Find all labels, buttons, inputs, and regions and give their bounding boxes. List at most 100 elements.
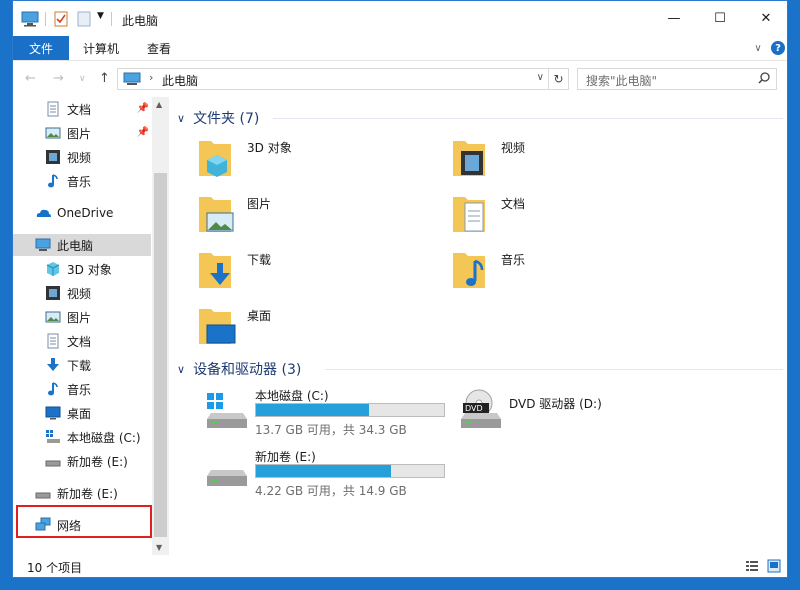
downloads-folder-icon [199,253,231,288]
properties-icon[interactable] [54,11,68,27]
details-view-icon[interactable] [745,559,759,573]
drive-label: DVD 驱动器 (D:) [509,397,602,411]
window-title: 此电脑 [122,14,159,28]
nav-item-music[interactable]: 音乐 [13,170,151,192]
nav-label: 图片 [67,126,92,141]
folder-music[interactable]: 音乐 [451,249,681,299]
nav-label: 此电脑 [57,238,94,253]
folder-downloads[interactable]: 下载 [197,249,427,299]
folder-label: 音乐 [501,253,526,267]
forward-icon[interactable]: → [53,71,64,86]
up-icon[interactable]: ↑ [99,71,110,86]
dvd-drive-icon: DVD [461,389,501,428]
documents-icon [47,333,59,349]
large-icons-view-icon[interactable] [767,559,781,573]
nav-item-onedrive[interactable]: OneDrive [13,202,151,224]
expand-ribbon-icon[interactable]: ∨ [751,41,765,55]
collapse-chevron-icon[interactable]: ∨ [177,112,185,125]
scroll-down-icon[interactable]: ▼ [156,543,162,552]
videos-folder-icon [453,141,485,176]
nav-item-3d-objects[interactable]: 3D 对象 [13,258,151,280]
this-pc-icon [123,72,141,85]
drive-dvd-d[interactable]: DVD DVD 驱动器 (D:) [459,387,719,443]
nav-label: 下载 [67,358,92,373]
folder-pictures[interactable]: 图片 [197,193,427,243]
drive-label: 新加卷 (E:) [255,450,316,464]
search-input[interactable]: 搜索"此电脑" [577,68,777,90]
search-icon[interactable] [758,72,770,84]
nav-item-music[interactable]: 音乐 [13,378,151,400]
address-bar[interactable]: › 此电脑 ∨ [117,68,549,90]
folder-label: 3D 对象 [247,141,292,155]
search-placeholder: 搜索"此电脑" [586,74,658,88]
minimize-button[interactable]: — [651,1,697,35]
nav-item-videos[interactable]: 视频 [13,282,151,304]
3d-objects-folder-icon [199,141,231,177]
nav-item-this-pc[interactable]: 此电脑 [13,234,151,256]
collapse-chevron-icon[interactable]: ∨ [177,363,185,376]
drive-icon [35,492,51,499]
folder-3d-objects[interactable]: 3D 对象 [197,137,427,187]
nav-item-volume-e[interactable]: 新加卷 (E:) [13,450,151,472]
devices-header-label: 设备和驱动器 (3) [193,362,302,378]
drive-local-disk-c[interactable]: 本地磁盘 (C:) 13.7 GB 可用，共 34.3 GB [205,387,465,443]
pin-icon[interactable]: 📌 [137,127,149,138]
nav-item-videos[interactable]: 视频 [13,146,151,168]
nav-item-local-disk-c[interactable]: 本地磁盘 (C:) [13,426,151,448]
pictures-icon [45,127,61,139]
nav-item-downloads[interactable]: 下载 [13,354,151,376]
breadcrumb-chevron-icon[interactable]: › [149,71,153,84]
devices-group-header[interactable]: ∨ 设备和驱动器 (3) [177,359,301,379]
tab-view[interactable]: 查看 [147,40,171,57]
nav-label: OneDrive [57,206,114,220]
nav-item-removable-e[interactable]: 新加卷 (E:) [13,482,151,504]
explorer-window: ▼ 此电脑 — ☐ ✕ 文件 计算机 查看 ∨ ? ← → ∨ ↑ › 此电脑 … [12,0,788,578]
pictures-icon [45,311,61,323]
nav-item-pictures[interactable]: 图片 📌 [13,122,151,144]
customize-toolbar-icon[interactable]: ▼ [97,11,104,27]
folder-videos[interactable]: 视频 [451,137,681,187]
nav-item-pictures[interactable]: 图片 [13,306,151,328]
drive-label: 本地磁盘 (C:) [255,389,329,403]
nav-item-desktop[interactable]: 桌面 [13,402,151,424]
pin-icon[interactable]: 📌 [137,103,149,114]
documents-folder-icon [453,197,485,232]
close-button[interactable]: ✕ [743,1,789,35]
help-icon[interactable]: ? [771,41,785,55]
breadcrumb[interactable]: 此电脑 [162,72,198,89]
new-folder-icon[interactable] [77,11,91,27]
folder-label: 桌面 [247,309,272,323]
nav-scrollbar[interactable]: ▲ ▼ [152,97,169,555]
nav-item-documents[interactable]: 文档 📌 [13,98,151,120]
nav-item-documents[interactable]: 文档 [13,330,151,352]
folders-group-header[interactable]: ∨ 文件夹 (7) [177,108,259,128]
scroll-thumb[interactable] [154,173,167,537]
this-pc-icon [35,238,51,251]
address-row: ← → ∨ ↑ › 此电脑 ∨ ↻ 搜索"此电脑" [13,61,787,97]
drive-volume-e[interactable]: 新加卷 (E:) 4.22 GB 可用，共 14.9 GB [205,448,465,504]
folder-documents[interactable]: 文档 [451,193,681,243]
nav-label: 视频 [67,286,92,301]
tab-file[interactable]: 文件 [13,36,69,60]
maximize-button[interactable]: ☐ [697,1,743,35]
title-bar: ▼ 此电脑 — ☐ ✕ [13,1,787,35]
nav-label: 视频 [67,150,92,165]
scroll-up-icon[interactable]: ▲ [156,100,162,109]
folder-desktop[interactable]: 桌面 [197,305,427,355]
onedrive-icon [36,209,51,217]
tab-computer[interactable]: 计算机 [83,40,119,57]
back-icon[interactable]: ← [25,71,36,86]
folder-label: 文档 [501,197,526,211]
nav-label: 3D 对象 [67,262,112,277]
this-pc-icon[interactable] [21,11,39,27]
desktop-folder-icon [199,309,236,344]
recent-locations-icon[interactable]: ∨ [79,74,86,84]
folder-label: 图片 [247,197,272,211]
refresh-button[interactable]: ↻ [549,68,569,90]
pictures-folder-icon [199,197,234,232]
usage-bar-fill [256,404,369,416]
usage-bar [255,464,445,478]
windows-disk-icon [207,393,247,428]
address-dropdown-icon[interactable]: ∨ [537,72,544,83]
usage-bar [255,403,445,417]
